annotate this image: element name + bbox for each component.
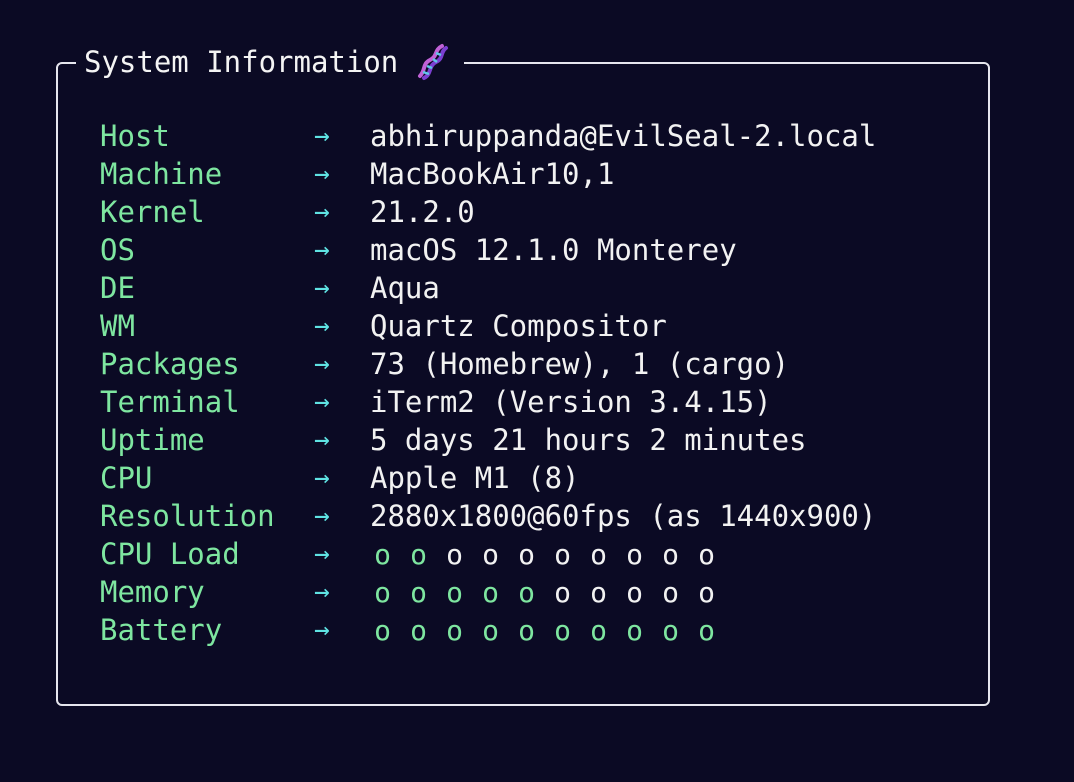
meter-dot-empty: o	[662, 537, 679, 571]
arrow-icon: →	[314, 159, 330, 189]
info-row-de: DE → Aqua	[100, 269, 876, 307]
row-label: Resolution	[100, 499, 275, 533]
meter-dot-filled: o	[554, 613, 571, 647]
info-row-resolution: Resolution → 2880x1800@60fps (as 1440x90…	[100, 497, 876, 535]
arrow-icon: →	[314, 235, 330, 265]
arrow-icon: →	[314, 425, 330, 455]
meter-dot-empty: o	[698, 575, 715, 609]
meter-dot-empty: o	[626, 575, 643, 609]
arrow-icon: →	[314, 349, 330, 379]
row-label: Machine	[100, 157, 223, 191]
info-row-packages: Packages → 73 (Homebrew), 1 (cargo)	[100, 345, 876, 383]
meter-dot-filled: o	[446, 613, 463, 647]
arrow-icon: →	[314, 539, 330, 569]
row-value: MacBookAir10,1	[370, 157, 615, 191]
row-label: Kernel	[100, 195, 205, 229]
row-value: Aqua	[370, 271, 440, 305]
meter-dot-empty: o	[590, 537, 607, 571]
info-list: Host → abhiruppanda@EvilSeal-2.local Mac…	[100, 117, 876, 649]
meter-dot-filled: o	[626, 613, 643, 647]
arrow-icon: →	[314, 387, 330, 417]
row-label: WM	[100, 309, 135, 343]
meter-dot-filled: o	[374, 575, 391, 609]
meter-dot-empty: o	[662, 575, 679, 609]
meter-dot-filled: o	[482, 575, 499, 609]
meter-dot-filled: o	[374, 537, 391, 571]
meter-dot-filled: o	[698, 613, 715, 647]
row-label: Host	[100, 119, 170, 153]
battery-meter: oooooooooo	[370, 614, 719, 647]
row-label: CPU	[100, 461, 153, 495]
meter-label: CPU Load	[100, 537, 240, 571]
info-row-kernel: Kernel → 21.2.0	[100, 193, 876, 231]
row-value: 2880x1800@60fps (as 1440x900)	[370, 499, 877, 533]
meter-dot-filled: o	[590, 613, 607, 647]
row-value: 73 (Homebrew), 1 (cargo)	[370, 347, 790, 381]
panel-title: System Information	[76, 38, 465, 86]
memory-meter: oooooooooo	[370, 576, 719, 609]
info-row-uptime: Uptime → 5 days 21 hours 2 minutes	[100, 421, 876, 459]
info-row-wm: WM → Quartz Compositor	[100, 307, 876, 345]
row-value: 21.2.0	[370, 195, 475, 229]
row-value: abhiruppanda@EvilSeal-2.local	[370, 119, 877, 153]
meter-dot-filled: o	[410, 613, 427, 647]
row-label: Packages	[100, 347, 240, 381]
arrow-icon: →	[314, 273, 330, 303]
meter-dot-empty: o	[554, 575, 571, 609]
info-row-machine: Machine → MacBookAir10,1	[100, 155, 876, 193]
row-value: iTerm2 (Version 3.4.15)	[370, 385, 772, 419]
row-value: Apple M1 (8)	[370, 461, 580, 495]
arrow-icon: →	[314, 577, 330, 607]
meter-dot-empty: o	[518, 537, 535, 571]
arrow-icon: →	[314, 311, 330, 341]
meter-dot-empty: o	[626, 537, 643, 571]
meter-dot-filled: o	[482, 613, 499, 647]
arrow-icon: →	[314, 615, 330, 645]
meter-dot-empty: o	[590, 575, 607, 609]
row-label: Terminal	[100, 385, 240, 419]
meter-row-cpu-load: CPU Load → oooooooooo	[100, 535, 876, 573]
meter-dot-empty: o	[482, 537, 499, 571]
meter-dot-filled: o	[410, 575, 427, 609]
info-row-os: OS → macOS 12.1.0 Monterey	[100, 231, 876, 269]
row-label: Uptime	[100, 423, 205, 457]
panel-title-text: System Information	[84, 45, 399, 79]
meter-row-battery: Battery → oooooooooo	[100, 611, 876, 649]
info-row-cpu: CPU → Apple M1 (8)	[100, 459, 876, 497]
row-value: Quartz Compositor	[370, 309, 667, 343]
row-value: macOS 12.1.0 Monterey	[370, 233, 737, 267]
meter-label: Memory	[100, 575, 205, 609]
row-label: DE	[100, 271, 135, 305]
arrow-icon: →	[314, 501, 330, 531]
meter-row-memory: Memory → oooooooooo	[100, 573, 876, 611]
arrow-icon: →	[314, 121, 330, 151]
info-row-terminal: Terminal → iTerm2 (Version 3.4.15)	[100, 383, 876, 421]
meter-dot-empty: o	[446, 537, 463, 571]
meter-dot-filled: o	[518, 575, 535, 609]
meter-dot-filled: o	[374, 613, 391, 647]
row-value: 5 days 21 hours 2 minutes	[370, 423, 807, 457]
meter-dot-filled: o	[410, 537, 427, 571]
arrow-icon: →	[314, 197, 330, 227]
meter-dot-empty: o	[554, 537, 571, 571]
meter-label: Battery	[100, 613, 223, 647]
meter-dot-filled: o	[662, 613, 679, 647]
meter-dot-filled: o	[518, 613, 535, 647]
row-label: OS	[100, 233, 135, 267]
cpu-load-meter: oooooooooo	[370, 538, 719, 571]
arrow-icon: →	[314, 463, 330, 493]
meter-dot-filled: o	[446, 575, 463, 609]
dna-icon	[412, 42, 452, 82]
meter-dot-empty: o	[698, 537, 715, 571]
system-information-panel: System Information Host → abhiruppanda@E…	[56, 38, 990, 706]
info-row-host: Host → abhiruppanda@EvilSeal-2.local	[100, 117, 876, 155]
